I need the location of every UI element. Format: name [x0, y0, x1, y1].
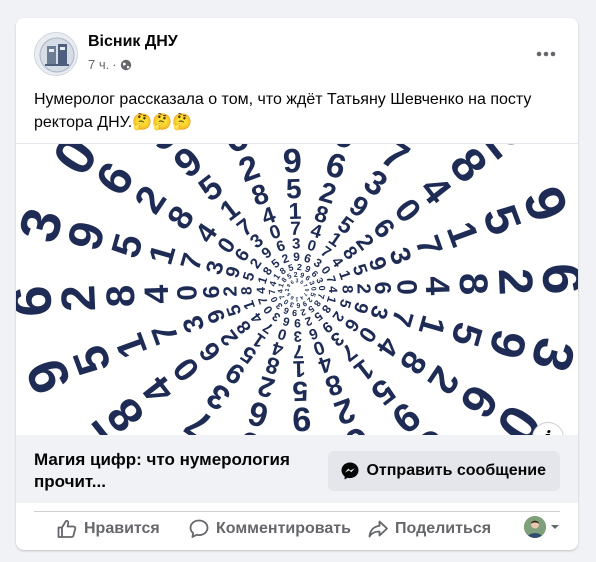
- post-card: Вісник ДНУ 7 ч. · Нумеролог рассказала о…: [16, 18, 578, 550]
- send-message-label: Отправить сообщение: [366, 462, 546, 479]
- spiral-digit: 4: [326, 286, 340, 293]
- post-actions: Нравится Комментировать Поделиться: [16, 512, 578, 550]
- globe-icon[interactable]: [120, 59, 132, 71]
- spiral-digit: 4: [254, 287, 268, 294]
- spiral-digit: 6: [16, 284, 63, 318]
- reaction-profile-selector[interactable]: [524, 516, 560, 538]
- meta-separator: ·: [112, 57, 117, 72]
- info-icon: i: [545, 428, 551, 435]
- spiral-digit: 3: [519, 332, 578, 379]
- spiral-digit: 4: [138, 284, 177, 304]
- like-button[interactable]: Нравится: [56, 512, 160, 546]
- spiral-digit: 0: [317, 285, 327, 291]
- post-meta: 7 ч. ·: [88, 57, 132, 72]
- share-label: Поделиться: [395, 520, 492, 537]
- post-text: Нумеролог рассказала о том, что ждёт Тат…: [34, 91, 532, 131]
- comment-button[interactable]: Комментировать: [188, 512, 351, 546]
- spiral-digit: 3: [307, 280, 315, 287]
- page-avatar[interactable]: [34, 32, 78, 76]
- share-button[interactable]: Поделиться: [367, 512, 491, 546]
- link-title[interactable]: Магия цифр: что нумерология прочит...: [34, 449, 324, 493]
- spiral-digit: 6: [296, 301, 301, 308]
- spiral-digit: 4: [418, 276, 457, 296]
- caret-down-icon: [551, 525, 559, 529]
- post-image[interactable]: 0741852963075296307418529630852963074185…: [16, 143, 578, 435]
- page-logo-icon: [35, 33, 77, 75]
- post-header: Вісник ДНУ 7 ч. ·: [16, 18, 578, 84]
- spiral-digit: 0: [309, 287, 316, 292]
- avatar: [524, 516, 546, 538]
- spiral-digit: 4: [277, 289, 284, 294]
- more-horizontal-icon: [536, 51, 556, 57]
- number-spiral-image: 074185296 3 0752963074185 2 963085296307418 5…: [16, 144, 578, 435]
- spiral-digit: 9: [16, 351, 83, 402]
- spiral-digit: 3: [296, 279, 299, 285]
- share-icon: [368, 520, 388, 538]
- spiral-digit: 3: [16, 202, 75, 249]
- like-label: Нравится: [84, 520, 160, 537]
- thumbs-up-icon: [57, 519, 77, 538]
- spiral-digit: 1: [295, 295, 298, 301]
- spiral-digit: 4: [299, 294, 305, 301]
- post-timestamp[interactable]: 7 ч.: [88, 57, 109, 72]
- spiral-digit: 9: [511, 178, 578, 229]
- page-name-link[interactable]: Вісник ДНУ: [88, 33, 178, 51]
- comment-icon: [189, 519, 209, 538]
- spiral-digit: 6: [290, 279, 296, 286]
- messenger-icon: [341, 462, 359, 480]
- comment-label: Комментировать: [216, 520, 351, 537]
- spiral-digit: 6: [531, 262, 578, 296]
- spiral-digit: 7: [279, 293, 287, 300]
- send-message-button[interactable]: Отправить сообщение: [328, 451, 560, 491]
- more-options-button[interactable]: [528, 36, 564, 72]
- spiral-digit: 7: [267, 289, 277, 295]
- spiral-digit: 3: [278, 144, 302, 151]
- spiral-digit: 2: [293, 272, 298, 279]
- link-preview[interactable]: Магия цифр: что нумерология прочит... От…: [16, 435, 578, 503]
